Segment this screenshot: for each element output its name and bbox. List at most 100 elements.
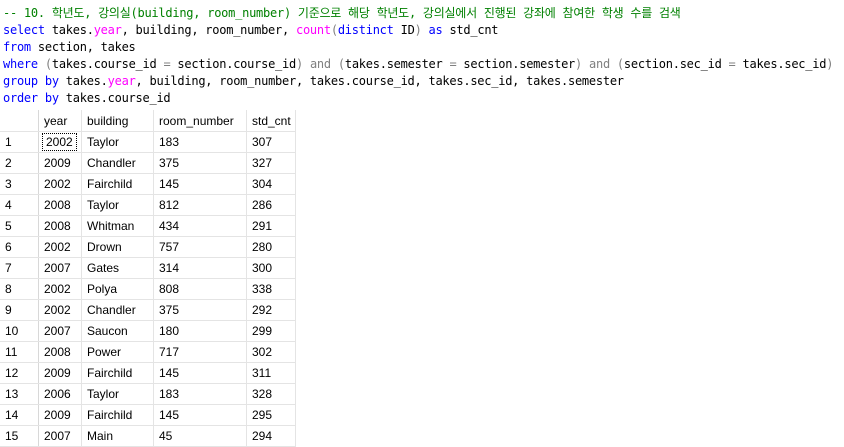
cell-room-number[interactable]: 180 <box>153 320 247 342</box>
cell-std-cnt[interactable]: 286 <box>246 194 296 216</box>
cell-std-cnt[interactable]: 294 <box>246 425 296 447</box>
column-header-room-number[interactable]: room_number <box>153 110 247 132</box>
cell-building[interactable]: Polya <box>81 278 154 300</box>
cell-building[interactable]: Taylor <box>81 194 154 216</box>
code-line[interactable]: where (takes.course_id = section.course_… <box>3 56 844 73</box>
column-header-building[interactable]: building <box>81 110 154 132</box>
table-row[interactable]: 5 2008 Whitman 434 291 <box>0 215 296 237</box>
cell-std-cnt[interactable]: 304 <box>246 173 296 195</box>
table-row[interactable]: 2 2009 Chandler 375 327 <box>0 152 296 174</box>
cell-room-number[interactable]: 145 <box>153 173 247 195</box>
code-line[interactable]: order by takes.course_id <box>3 90 844 107</box>
table-row[interactable]: 12 2009 Fairchild 145 311 <box>0 362 296 384</box>
cell-building[interactable]: Chandler <box>81 152 154 174</box>
cell-room-number[interactable]: 812 <box>153 194 247 216</box>
cell-room-number[interactable]: 145 <box>153 362 247 384</box>
cell-year[interactable]: 2009 <box>38 152 82 174</box>
cell-year[interactable]: 2007 <box>38 425 82 447</box>
row-number[interactable]: 4 <box>0 194 39 216</box>
row-number[interactable]: 2 <box>0 152 39 174</box>
cell-std-cnt[interactable]: 280 <box>246 236 296 258</box>
query-editor[interactable]: -- 10. 학년도, 강의실(building, room_number) 기… <box>3 5 844 107</box>
cell-building[interactable]: Taylor <box>81 383 154 405</box>
table-row[interactable]: 6 2002 Drown 757 280 <box>0 236 296 258</box>
cell-building[interactable]: Main <box>81 425 154 447</box>
cell-building[interactable]: Gates <box>81 257 154 279</box>
cell-room-number[interactable]: 183 <box>153 131 247 153</box>
code-line[interactable]: select takes.year, building, room_number… <box>3 22 844 39</box>
row-number[interactable]: 10 <box>0 320 39 342</box>
cell-room-number[interactable]: 375 <box>153 152 247 174</box>
cell-room-number[interactable]: 434 <box>153 215 247 237</box>
table-row[interactable]: 1 2002 Taylor 183 307 <box>0 131 296 153</box>
cell-year[interactable]: 2002 <box>38 173 82 195</box>
table-row[interactable]: 7 2007 Gates 314 300 <box>0 257 296 279</box>
cell-year[interactable]: 2002 <box>38 278 82 300</box>
cell-building[interactable]: Taylor <box>81 131 154 153</box>
row-number[interactable]: 14 <box>0 404 39 426</box>
cell-year[interactable]: 2009 <box>38 362 82 384</box>
cell-building[interactable]: Fairchild <box>81 173 154 195</box>
row-number-header[interactable] <box>0 110 39 132</box>
code-line[interactable]: group by takes.year, building, room_numb… <box>3 73 844 90</box>
row-number[interactable]: 5 <box>0 215 39 237</box>
cell-room-number[interactable]: 757 <box>153 236 247 258</box>
cell-year[interactable]: 2008 <box>38 341 82 363</box>
cell-std-cnt[interactable]: 328 <box>246 383 296 405</box>
cell-std-cnt[interactable]: 338 <box>246 278 296 300</box>
cell-year[interactable]: 2007 <box>38 257 82 279</box>
row-number[interactable]: 13 <box>0 383 39 405</box>
cell-std-cnt[interactable]: 295 <box>246 404 296 426</box>
table-row[interactable]: 8 2002 Polya 808 338 <box>0 278 296 300</box>
cell-building[interactable]: Power <box>81 341 154 363</box>
row-number[interactable]: 15 <box>0 425 39 447</box>
cell-building[interactable]: Fairchild <box>81 404 154 426</box>
row-number[interactable]: 9 <box>0 299 39 321</box>
cell-std-cnt[interactable]: 300 <box>246 257 296 279</box>
table-row[interactable]: 14 2009 Fairchild 145 295 <box>0 404 296 426</box>
table-row[interactable]: 4 2008 Taylor 812 286 <box>0 194 296 216</box>
code-line[interactable]: from section, takes <box>3 39 844 56</box>
row-number[interactable]: 8 <box>0 278 39 300</box>
cell-year[interactable]: 2002 <box>38 299 82 321</box>
column-header-std-cnt[interactable]: std_cnt <box>246 110 296 132</box>
row-number[interactable]: 3 <box>0 173 39 195</box>
table-row[interactable]: 9 2002 Chandler 375 292 <box>0 299 296 321</box>
cell-std-cnt[interactable]: 302 <box>246 341 296 363</box>
cell-std-cnt[interactable]: 307 <box>246 131 296 153</box>
cell-year[interactable]: 2008 <box>38 215 82 237</box>
cell-year[interactable]: 2002 <box>38 131 82 153</box>
cell-year[interactable]: 2008 <box>38 194 82 216</box>
table-row[interactable]: 11 2008 Power 717 302 <box>0 341 296 363</box>
cell-std-cnt[interactable]: 327 <box>246 152 296 174</box>
cell-building[interactable]: Drown <box>81 236 154 258</box>
cell-room-number[interactable]: 808 <box>153 278 247 300</box>
cell-building[interactable]: Fairchild <box>81 362 154 384</box>
code-line[interactable]: -- 10. 학년도, 강의실(building, room_number) 기… <box>3 5 844 22</box>
cell-room-number[interactable]: 183 <box>153 383 247 405</box>
row-number[interactable]: 7 <box>0 257 39 279</box>
row-number[interactable]: 11 <box>0 341 39 363</box>
table-row[interactable]: 10 2007 Saucon 180 299 <box>0 320 296 342</box>
cell-year[interactable]: 2002 <box>38 236 82 258</box>
results-grid[interactable]: year building room_number std_cnt 1 2002 T… <box>0 110 296 447</box>
cell-std-cnt[interactable]: 311 <box>246 362 296 384</box>
cell-year[interactable]: 2007 <box>38 320 82 342</box>
cell-room-number[interactable]: 375 <box>153 299 247 321</box>
cell-room-number[interactable]: 45 <box>153 425 247 447</box>
cell-room-number[interactable]: 717 <box>153 341 247 363</box>
row-number[interactable]: 1 <box>0 131 39 153</box>
cell-std-cnt[interactable]: 291 <box>246 215 296 237</box>
column-header-year[interactable]: year <box>38 110 82 132</box>
cell-building[interactable]: Saucon <box>81 320 154 342</box>
table-row[interactable]: 15 2007 Main 45 294 <box>0 425 296 447</box>
row-number[interactable]: 12 <box>0 362 39 384</box>
row-number[interactable]: 6 <box>0 236 39 258</box>
cell-std-cnt[interactable]: 299 <box>246 320 296 342</box>
cell-year[interactable]: 2009 <box>38 404 82 426</box>
cell-room-number[interactable]: 145 <box>153 404 247 426</box>
cell-std-cnt[interactable]: 292 <box>246 299 296 321</box>
cell-building[interactable]: Chandler <box>81 299 154 321</box>
cell-room-number[interactable]: 314 <box>153 257 247 279</box>
cell-building[interactable]: Whitman <box>81 215 154 237</box>
